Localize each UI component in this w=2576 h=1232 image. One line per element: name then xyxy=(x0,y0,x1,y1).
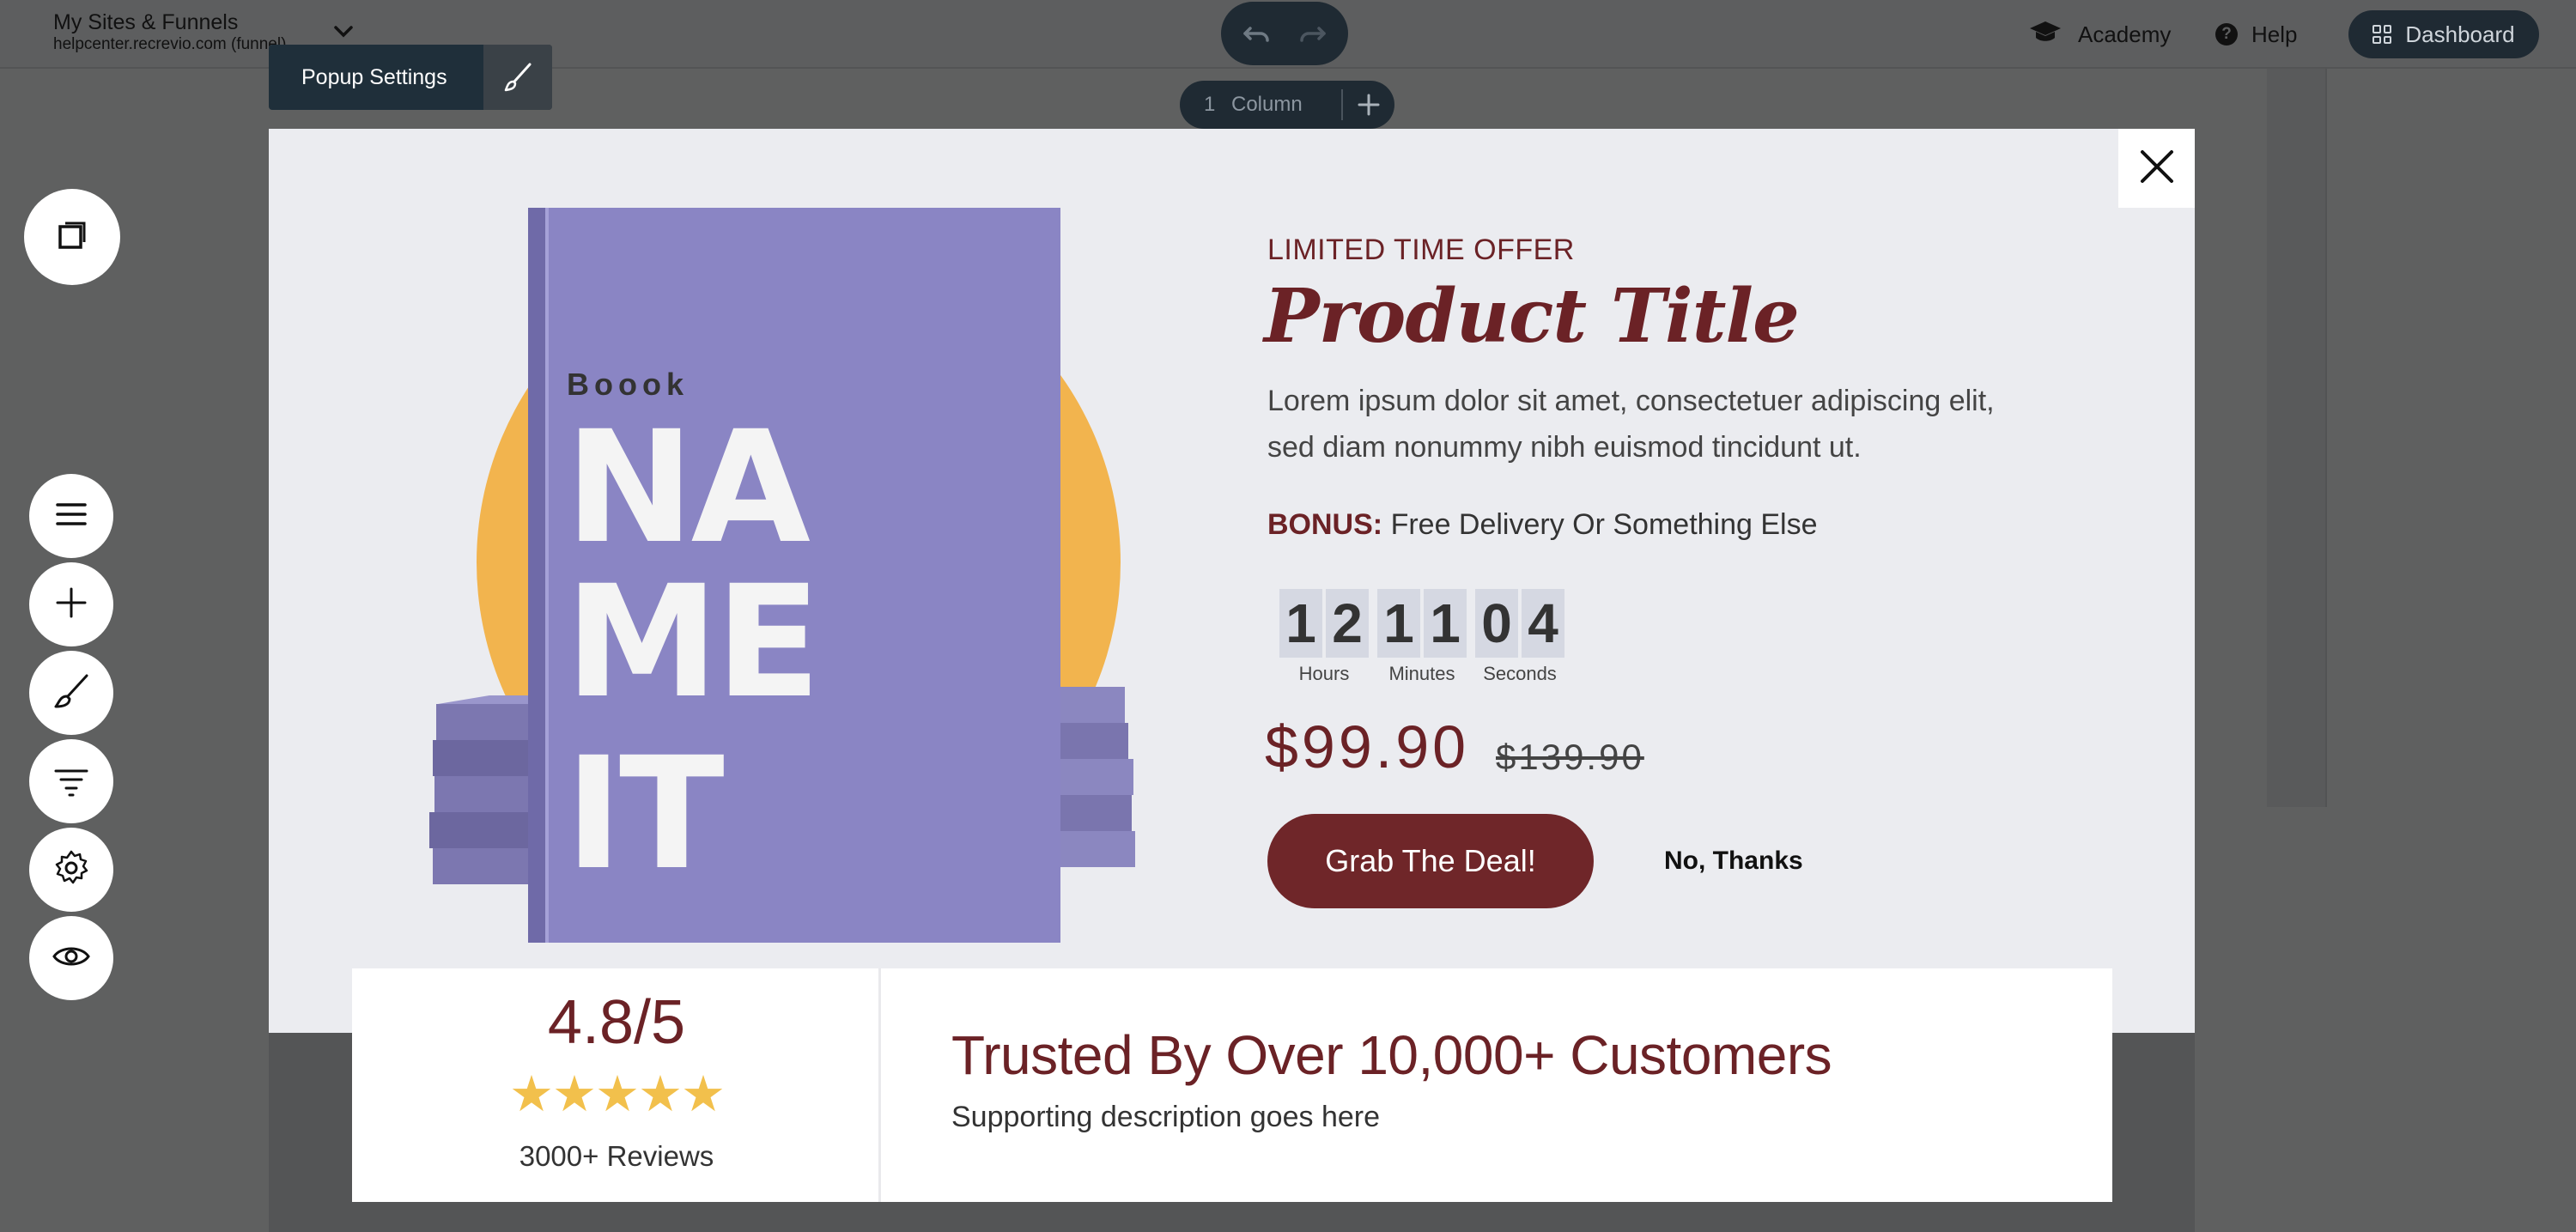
graduation-cap-icon xyxy=(2028,19,2063,51)
brush-icon xyxy=(51,671,92,716)
book-mockup-image: Boook NA ME IT xyxy=(429,208,1135,943)
filter-icon xyxy=(51,759,92,804)
timer-minutes: 1 1 Minutes xyxy=(1377,589,1467,685)
trust-title: Trusted By Over 10,000+ Customers xyxy=(951,1024,1832,1086)
book-title-line-3: IT xyxy=(565,725,724,904)
add-column-icon[interactable] xyxy=(1343,92,1394,118)
offer-kicker: LIMITED TIME OFFER xyxy=(1267,234,1575,266)
undo-redo-group xyxy=(1221,2,1348,65)
timer-seconds-label: Seconds xyxy=(1483,663,1557,684)
popup-settings-bar[interactable]: Popup Settings xyxy=(269,45,552,110)
product-title: Product Title xyxy=(1264,273,1800,360)
column-label: Column xyxy=(1231,93,1303,116)
style-button[interactable] xyxy=(29,651,113,735)
book-title-line-1: NA xyxy=(565,398,811,578)
academy-label: Academy xyxy=(2078,21,2172,47)
bonus-text: Free Delivery Or Something Else xyxy=(1390,508,1818,541)
site-url: helpcenter.recrevio.com (funnel) xyxy=(53,35,287,53)
review-count: 3000+ Reviews xyxy=(519,1140,714,1172)
help-icon: ? xyxy=(2215,23,2238,46)
site-title[interactable]: My Sites & Funnels xyxy=(53,10,238,35)
chevron-down-icon[interactable] xyxy=(331,19,356,45)
trust-card: Trusted By Over 10,000+ Customers Suppor… xyxy=(881,968,2112,1202)
timer-digit: 1 xyxy=(1424,589,1467,658)
book-small-title: Boook xyxy=(567,367,689,402)
timer-digit: 1 xyxy=(1279,589,1322,658)
menu-button[interactable] xyxy=(29,474,113,558)
bonus-line: BONUS: Free Delivery Or Something Else xyxy=(1267,508,1818,542)
timer-digit: 2 xyxy=(1326,589,1369,658)
redo-icon[interactable] xyxy=(1295,16,1329,51)
add-element-button[interactable] xyxy=(29,562,113,646)
help-label: Help xyxy=(2251,21,2298,47)
timer-digit: 0 xyxy=(1475,589,1518,658)
grab-deal-button[interactable]: Grab The Deal! xyxy=(1267,814,1594,908)
brush-icon[interactable] xyxy=(483,45,552,110)
original-price: $139.90 xyxy=(1496,737,1644,777)
timer-seconds: 0 4 Seconds xyxy=(1475,589,1564,685)
timer-hours-label: Hours xyxy=(1298,663,1350,684)
timer-digit: 4 xyxy=(1522,589,1564,658)
settings-button[interactable] xyxy=(29,828,113,912)
decline-link[interactable]: No, Thanks xyxy=(1664,847,1803,876)
column-selector[interactable]: 1 Column xyxy=(1180,81,1394,129)
background-canvas-panel xyxy=(2267,69,2327,807)
dashboard-grid-icon xyxy=(2372,25,2392,44)
countdown-timer: 1 2 Hours 1 1 Minutes 0 4 Seconds xyxy=(1279,589,1564,685)
preview-button[interactable] xyxy=(29,916,113,1000)
rating-score: 4.8/5 xyxy=(547,988,686,1057)
undo-icon[interactable] xyxy=(1240,16,1274,51)
add-icon xyxy=(51,582,92,628)
timer-digit: 1 xyxy=(1377,589,1420,658)
menu-icon xyxy=(51,494,92,539)
gear-icon xyxy=(51,847,92,893)
book-title-line-2: ME xyxy=(565,553,817,732)
bonus-label: BONUS: xyxy=(1267,508,1383,541)
layers-icon xyxy=(52,215,93,260)
product-description: Lorem ipsum dolor sit amet, consectetuer… xyxy=(1267,385,1995,464)
rating-card: 4.8/5 ★★★★★ 3000+ Reviews xyxy=(352,968,881,1202)
dashboard-label: Dashboard xyxy=(2405,21,2515,47)
column-count: 1 xyxy=(1204,93,1216,116)
close-popup-button[interactable] xyxy=(2118,129,2195,208)
layers-button[interactable] xyxy=(24,189,120,285)
close-icon xyxy=(2136,145,2178,192)
popup-settings-label: Popup Settings xyxy=(301,64,447,89)
academy-link[interactable]: Academy xyxy=(2028,17,2171,52)
trust-subtitle: Supporting description goes here xyxy=(951,1101,1380,1133)
timer-hours: 1 2 Hours xyxy=(1279,589,1369,685)
filter-button[interactable] xyxy=(29,739,113,823)
sale-price: $99.90 xyxy=(1265,713,1470,780)
timer-minutes-label: Minutes xyxy=(1388,663,1455,684)
eye-icon xyxy=(51,936,92,981)
dashboard-button[interactable]: Dashboard xyxy=(2348,10,2539,58)
help-link[interactable]: ? Help xyxy=(2215,17,2297,52)
star-rating-icon: ★★★★★ xyxy=(509,1065,726,1123)
